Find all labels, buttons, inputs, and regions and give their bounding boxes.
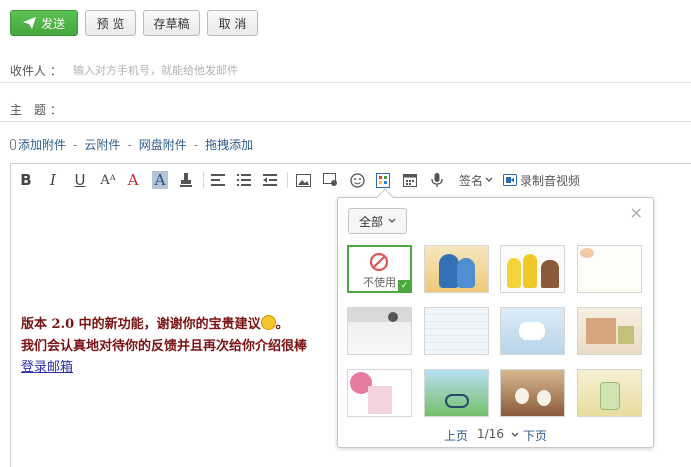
- outdent-icon: [263, 174, 277, 186]
- screenshot-icon: [322, 173, 337, 186]
- minion-image: [523, 254, 537, 288]
- align-left-icon: [211, 174, 225, 186]
- align-button[interactable]: [210, 171, 226, 189]
- preview-button[interactable]: 预 览: [85, 10, 136, 36]
- voice-button[interactable]: [429, 171, 445, 189]
- paperclip-icon: [10, 139, 16, 150]
- chevron-down-icon: [388, 218, 396, 223]
- close-icon[interactable]: ×: [630, 203, 643, 222]
- email-body[interactable]: 版本 2.0 中的新功能，谢谢你的宝贵建议。 我们会认真地对待你的反馈并且再次给…: [21, 314, 307, 378]
- bold-button[interactable]: B: [19, 171, 33, 189]
- stationery-light-blue-lined[interactable]: [424, 307, 489, 355]
- subject-input[interactable]: [70, 96, 670, 116]
- send-button[interactable]: 发送: [10, 10, 78, 36]
- next-page-link[interactable]: 下页: [523, 427, 547, 444]
- parrot-image: [439, 254, 459, 288]
- stationery-minions[interactable]: [500, 245, 565, 293]
- insert-image-button[interactable]: [295, 171, 311, 189]
- stationery-pink-girl[interactable]: [347, 369, 412, 417]
- smiley-icon: [349, 172, 365, 188]
- chevron-down-icon: [511, 432, 519, 437]
- calendar-button[interactable]: [402, 171, 418, 189]
- horse-image: [519, 322, 545, 340]
- stationery-white-horse[interactable]: [500, 307, 565, 355]
- stationery-filter-label: 全部: [358, 214, 383, 229]
- page-indicator: 1/16: [477, 427, 504, 441]
- stationery-icon: [376, 172, 390, 188]
- indent-button[interactable]: [262, 171, 278, 189]
- stationery-jar-leaves[interactable]: [577, 369, 642, 417]
- font-color-button[interactable]: A: [125, 171, 141, 189]
- body-line-1: 版本 2.0 中的新功能，谢谢你的宝贵建议。: [21, 315, 289, 332]
- emoji-smiley-icon: [260, 315, 276, 330]
- parrot-image: [457, 258, 475, 288]
- sketch-image: [348, 308, 411, 322]
- video-icon: [503, 174, 517, 186]
- editor-toolbar: B I U Aᴬ A A 签名 录制音视频: [11, 164, 691, 196]
- font-size-button[interactable]: Aᴬ: [97, 171, 119, 189]
- divider: [0, 82, 691, 83]
- record-video-label: 录制音视频: [520, 173, 581, 188]
- signature-dropdown[interactable]: 签名: [458, 171, 494, 189]
- snowman-image: [515, 388, 529, 404]
- flower-image: [580, 248, 594, 258]
- minion-image: [507, 258, 521, 288]
- stationery-none[interactable]: 不使用 ✓: [347, 245, 412, 293]
- send-label: 发送: [40, 16, 65, 31]
- underline-button[interactable]: U: [73, 171, 87, 189]
- divider: [0, 121, 691, 122]
- stationery-gray-sketch[interactable]: [347, 307, 412, 355]
- toolbar-separator: [287, 172, 288, 188]
- prev-page-link[interactable]: 上页: [444, 427, 468, 444]
- netdisk-attachment-link[interactable]: 网盘附件: [139, 136, 187, 153]
- page-selector[interactable]: 1/16: [477, 427, 519, 441]
- save-draft-button[interactable]: 存草稿: [143, 10, 200, 36]
- calendar-icon: [403, 174, 417, 187]
- stationery-button[interactable]: [375, 171, 391, 189]
- check-icon: ✓: [398, 280, 410, 291]
- sketch-image: [388, 312, 398, 322]
- recipient-label: 收件人 ：: [10, 64, 62, 78]
- chevron-down-icon: [485, 177, 493, 182]
- stationery-snowmen[interactable]: [500, 369, 565, 417]
- highlight-button[interactable]: A: [152, 171, 168, 189]
- toolbar-separator: [203, 172, 204, 188]
- stationery-blue-parrots[interactable]: [424, 245, 489, 293]
- bicycle-image: [445, 394, 469, 408]
- record-video-button[interactable]: 录制音视频: [503, 171, 581, 189]
- send-icon: [22, 17, 36, 29]
- recipient-input[interactable]: 输入对方手机号，就能给他发邮件: [73, 62, 238, 78]
- girl-image: [368, 386, 392, 414]
- brush-icon: [180, 172, 192, 187]
- screenshot-button[interactable]: [322, 171, 338, 189]
- stationery-popup: × 全部 不使用 ✓ 上页 1/16 下页: [337, 188, 654, 448]
- cancel-button[interactable]: 取 消: [207, 10, 258, 36]
- snowman-image: [537, 390, 551, 406]
- italic-button[interactable]: I: [46, 171, 60, 189]
- stationery-girl-on-bicycle[interactable]: [424, 369, 489, 417]
- signature-label: 签名: [458, 173, 483, 188]
- stationery-watercolor-church[interactable]: [577, 307, 642, 355]
- stationery-filter-dropdown[interactable]: 全部: [348, 208, 407, 234]
- cloud-attachment-link[interactable]: 云附件: [84, 136, 120, 153]
- attachment-bar: 添加附件 - 云附件 - 网盘附件 - 拖拽添加: [10, 136, 253, 153]
- no-entry-icon: [369, 252, 389, 272]
- list-icon: [237, 174, 251, 186]
- add-attachment-link[interactable]: 添加附件: [18, 136, 66, 153]
- stationery-sketch-flowers[interactable]: [577, 245, 642, 293]
- subject-label: 主 题 ：: [10, 103, 62, 117]
- girl-image: [541, 260, 559, 288]
- drag-add-link[interactable]: 拖拽添加: [205, 136, 253, 153]
- image-icon: [295, 173, 311, 187]
- church-image: [586, 318, 616, 344]
- jar-image: [600, 382, 620, 410]
- microphone-icon: [431, 172, 443, 187]
- body-line-2: 我们会认真地对待你的反馈并且再次给你介绍很棒: [21, 339, 308, 354]
- emoji-button[interactable]: [349, 171, 365, 189]
- bullet-list-button[interactable]: [236, 171, 252, 189]
- login-mailbox-link[interactable]: 登录邮箱: [21, 358, 307, 378]
- clear-format-button[interactable]: [178, 171, 194, 189]
- church-image: [618, 326, 634, 344]
